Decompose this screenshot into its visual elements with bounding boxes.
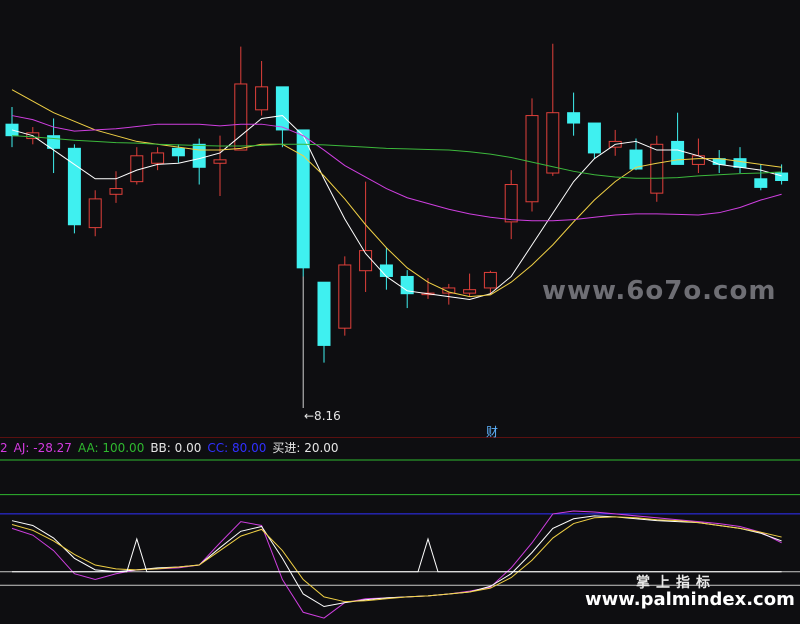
- candle-body-12: [255, 86, 269, 111]
- indicator-series-3: [12, 537, 782, 573]
- candle-body-28: [587, 122, 601, 154]
- candle-body-35: [733, 158, 747, 168]
- candle-body-18: [379, 264, 393, 277]
- candle-body-5: [109, 188, 123, 195]
- watermark-6o7o: www.6o7o.com: [542, 276, 777, 306]
- legend-aa: AA: 100.00: [77, 441, 145, 455]
- candle-body-36: [754, 178, 768, 188]
- watermark-palmindex: www.palmindex.com: [585, 589, 795, 610]
- candle-body-37: [775, 172, 789, 182]
- legend-cc: CC: 80.00: [207, 441, 267, 455]
- legend-buy: 买进: 20.00: [272, 441, 339, 455]
- candle-body-13: [275, 86, 289, 131]
- candle-body-9: [192, 143, 206, 168]
- legend-item-1: 2: [0, 441, 8, 455]
- candle-body-11: [234, 83, 248, 151]
- legend-aj: AJ: -28.27: [13, 441, 72, 455]
- min-price-label: ←8.16: [304, 409, 341, 423]
- chart-canvas: [0, 43, 800, 619]
- candle-body-22: [463, 289, 477, 294]
- candle-body-15: [317, 281, 331, 346]
- indicator-legend: 2 AJ: -28.27 AA: 100.00 BB: 0.00 CC: 80.00 买进…: [0, 439, 345, 455]
- candle-body-2: [47, 135, 61, 149]
- candle-body-14: [296, 129, 310, 269]
- stock-chart: { "chart_data": [ { "type": "candlestick…: [0, 0, 800, 624]
- candle-body-25: [525, 115, 539, 203]
- candle-body-24: [504, 184, 518, 223]
- candle-body-3: [67, 147, 81, 226]
- candle-body-7: [151, 152, 165, 164]
- ma-line-2: [11, 115, 782, 222]
- candle-body-27: [567, 112, 581, 124]
- candle-body-10: [213, 159, 227, 164]
- legend-bb: BB: 0.00: [150, 441, 202, 455]
- event-marker-label: 财: [486, 425, 499, 439]
- candle-body-8: [171, 147, 185, 157]
- candle-body-23: [483, 271, 497, 289]
- candle-body-4: [88, 198, 102, 229]
- ma-line-3: [11, 135, 782, 179]
- candle-body-26: [546, 112, 560, 174]
- candle-body-16: [338, 264, 352, 329]
- candle-body-31: [650, 143, 664, 194]
